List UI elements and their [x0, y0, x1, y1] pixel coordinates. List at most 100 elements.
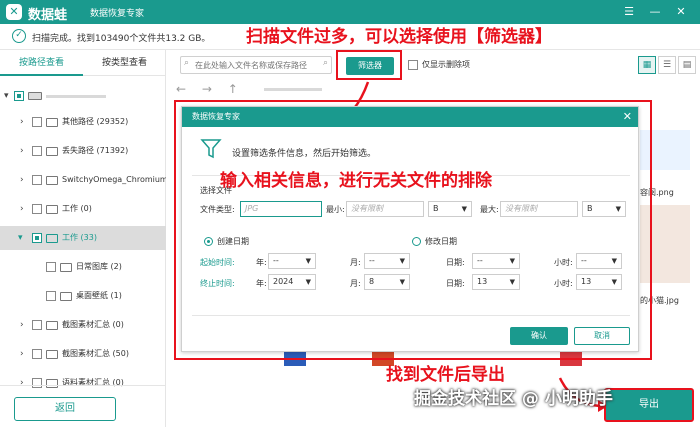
tree-root[interactable]: ▾	[0, 84, 166, 108]
tree-item[interactable]: › 其他路径 (29352)	[0, 110, 166, 134]
check-icon: ✓	[12, 29, 26, 43]
start-time-label: 起始时间:	[200, 258, 235, 267]
min-size-input[interactable]: 没有限制	[346, 201, 424, 217]
back-button[interactable]: 返回	[14, 397, 116, 421]
drive-label-redacted	[46, 95, 106, 98]
list-view-icon[interactable]: ☰	[658, 56, 676, 74]
modified-date-label: 修改日期	[425, 237, 457, 246]
checkbox[interactable]	[32, 233, 42, 243]
max-unit-value: B	[587, 204, 593, 213]
folder-icon	[46, 205, 58, 214]
tree-item-label: 截图素材汇总 (0)	[62, 320, 124, 329]
tree-item[interactable]: › SwitchyOmega_Chromium	[0, 168, 166, 192]
cancel-button[interactable]: 取消	[574, 327, 630, 345]
year-label: 年:	[256, 258, 267, 267]
modified-date-radio[interactable]	[412, 237, 421, 246]
start-month-select[interactable]: -- ▼	[364, 253, 410, 269]
chevron-down-icon: ▼	[461, 205, 467, 213]
start-day-select[interactable]: -- ▼	[472, 253, 520, 269]
chevron-right-icon[interactable]: ›	[20, 139, 24, 163]
annotation-highlight-filter	[336, 50, 402, 80]
checkbox[interactable]	[32, 204, 42, 214]
folder-icon	[60, 292, 72, 301]
checkbox[interactable]	[46, 291, 56, 301]
checkbox[interactable]	[14, 91, 24, 101]
chevron-right-icon[interactable]: ›	[20, 110, 24, 134]
year-label: 年:	[256, 279, 267, 288]
chevron-down-icon: ▼	[305, 278, 311, 286]
chevron-right-icon[interactable]: ›	[20, 168, 24, 192]
confirm-button[interactable]: 确认	[510, 327, 568, 345]
end-hour-select[interactable]: 13 ▼	[576, 274, 622, 290]
tree-item-label: 丢失路径 (71392)	[62, 146, 129, 155]
grid-view-icon[interactable]: ▦	[638, 56, 656, 74]
deleted-only-label: 仅显示删除项	[422, 60, 470, 69]
annotation-filter-tip: 扫描文件过多，可以选择使用【筛选器】	[246, 27, 552, 47]
end-day-select[interactable]: 13 ▼	[472, 274, 520, 290]
max-size-input[interactable]: 没有限制	[500, 201, 578, 217]
export-button[interactable]: 导出	[604, 388, 694, 422]
tree-item[interactable]: › 工作 (0)	[0, 197, 166, 221]
search-box[interactable]: ⌕ ⌕	[180, 56, 332, 74]
created-date-radio[interactable]	[204, 237, 213, 246]
month-label: 月:	[350, 258, 361, 267]
chevron-right-icon[interactable]: ›	[20, 313, 24, 337]
close-icon[interactable]: ✕	[672, 3, 690, 21]
min-unit-select[interactable]: B ▼	[428, 201, 472, 217]
checkbox[interactable]	[32, 320, 42, 330]
up-arrow-icon[interactable]: ↑	[228, 82, 238, 96]
month-label: 月:	[350, 279, 361, 288]
folder-icon	[46, 234, 58, 243]
checkbox[interactable]	[32, 175, 42, 185]
annotation-input-tip: 输入相关信息，进行无关文件的排除	[220, 171, 492, 191]
end-hour-value: 13	[581, 277, 592, 286]
folder-icon	[46, 147, 58, 156]
menu-icon[interactable]: ☰	[620, 3, 638, 21]
start-year-value: --	[273, 256, 279, 265]
chevron-down-icon: ▼	[611, 278, 617, 286]
detail-view-icon[interactable]: ▤	[678, 56, 696, 74]
divider	[0, 385, 166, 386]
divider	[192, 315, 630, 316]
sidebar-tabs: 按路径查看 按类型查看	[0, 50, 166, 76]
start-hour-select[interactable]: -- ▼	[576, 253, 622, 269]
checkbox[interactable]	[46, 262, 56, 272]
checkbox[interactable]	[32, 146, 42, 156]
tab-by-path[interactable]: 按路径查看	[0, 50, 83, 76]
chevron-right-icon[interactable]: ›	[20, 342, 24, 366]
checkbox[interactable]	[32, 117, 42, 127]
tree-item[interactable]: 桌面壁纸 (1)	[0, 284, 166, 308]
end-year-select[interactable]: 2024 ▼	[268, 274, 316, 290]
minimize-icon[interactable]: —	[646, 3, 664, 21]
file-type-input[interactable]: JPG	[240, 201, 322, 217]
checkbox[interactable]	[32, 349, 42, 359]
checkbox[interactable]	[408, 60, 418, 70]
max-size-label: 最大:	[480, 205, 499, 214]
app-subtitle: 数据恢复专家	[90, 9, 145, 19]
tree-item-selected[interactable]: ▾ 工作 (33)	[0, 226, 166, 250]
max-unit-select[interactable]: B ▼	[582, 201, 626, 217]
end-month-select[interactable]: 8 ▼	[364, 274, 410, 290]
app-logo-icon: ✕	[6, 4, 22, 20]
start-year-select[interactable]: -- ▼	[268, 253, 316, 269]
checkbox[interactable]	[32, 378, 42, 388]
search-input[interactable]	[195, 59, 315, 72]
chevron-right-icon[interactable]: ›	[20, 371, 24, 395]
chevron-down-icon: ▼	[615, 205, 621, 213]
tree-item[interactable]: › 语料素材汇总 (0)	[0, 371, 166, 395]
tree-item[interactable]: 日常图库 (2)	[0, 255, 166, 279]
back-arrow-icon[interactable]: ←	[176, 82, 186, 96]
chevron-down-icon[interactable]: ▾	[18, 226, 23, 250]
annotation-export-tip: 找到文件后导出	[386, 365, 505, 385]
search-icon[interactable]: ⌕	[323, 58, 328, 68]
chevron-down-icon[interactable]: ▾	[4, 84, 9, 108]
file-type-label: 文件类型:	[200, 205, 235, 214]
close-icon[interactable]: ✕	[623, 107, 632, 127]
chevron-right-icon[interactable]: ›	[20, 197, 24, 221]
tree-item[interactable]: › 截图素材汇总 (0)	[0, 313, 166, 337]
tree-item[interactable]: › 截图素材汇总 (50)	[0, 342, 166, 366]
tab-by-type[interactable]: 按类型查看	[83, 50, 166, 76]
tree-item[interactable]: › 丢失路径 (71392)	[0, 139, 166, 163]
title-bar: ✕ 数据蛙 数据恢复专家 ☰ — ✕	[0, 0, 700, 24]
forward-arrow-icon[interactable]: →	[202, 82, 212, 96]
